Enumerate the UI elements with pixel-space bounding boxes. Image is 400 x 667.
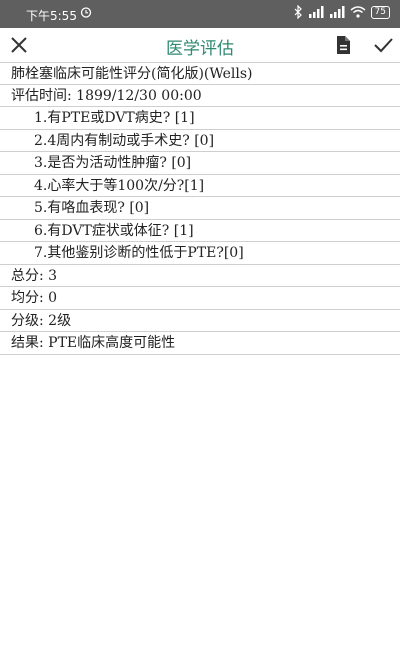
app-toolbar: 医学评估 xyxy=(0,28,400,62)
status-bar: 下午5:55 75 xyxy=(0,0,400,28)
criterion-item[interactable]: 5.有咯血表现? [0] xyxy=(0,197,400,220)
battery-icon: 75 xyxy=(370,5,390,19)
average-score: 均分: 0 xyxy=(0,287,400,310)
wifi-icon xyxy=(350,6,366,18)
bluetooth-icon xyxy=(294,5,302,19)
status-time: 下午5:55 xyxy=(26,9,77,23)
signal-icon-2 xyxy=(329,6,345,18)
criterion-item[interactable]: 3.是否为活动性肿瘤? [0] xyxy=(0,152,400,175)
result: 结果: PTE临床高度可能性 xyxy=(0,332,400,355)
criterion-item[interactable]: 6.有DVT症状或体征? [1] xyxy=(0,220,400,242)
check-icon[interactable] xyxy=(372,34,394,56)
alarm-icon xyxy=(80,7,92,18)
criterion-item[interactable]: 1.有PTE或DVT病史? [1] xyxy=(0,107,400,130)
assessment-time[interactable]: 评估时间: 1899/12/30 00:00 xyxy=(0,85,400,107)
criterion-item[interactable]: 7.其他鉴别诊断的性低于PTE?[0] xyxy=(0,242,400,265)
total-score: 总分: 3 xyxy=(0,265,400,287)
criterion-item[interactable]: 4.心率大于等100次/分?[1] xyxy=(0,175,400,197)
form-header: 肺栓塞临床可能性评分(简化版)(Wells) xyxy=(0,62,400,85)
grade: 分级: 2级 xyxy=(0,310,400,332)
document-icon[interactable] xyxy=(332,34,354,56)
signal-icon xyxy=(308,6,324,18)
criterion-item[interactable]: 2.4周内有制动或手术史? [0] xyxy=(0,130,400,152)
assessment-form: 肺栓塞临床可能性评分(简化版)(Wells) 评估时间: 1899/12/30 … xyxy=(0,62,400,355)
status-icons: 75 xyxy=(294,5,390,19)
